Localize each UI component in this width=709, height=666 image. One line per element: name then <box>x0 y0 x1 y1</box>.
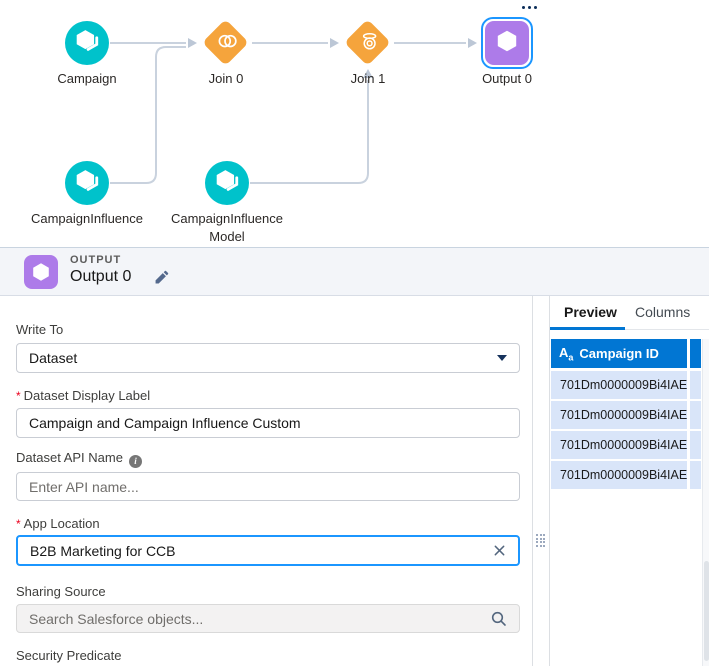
next-column-cell-partial <box>690 461 701 489</box>
info-icon[interactable]: i <box>128 455 142 468</box>
dataset-icon <box>74 28 100 59</box>
node-label-join-0: Join 0 <box>208 71 244 86</box>
dataset-api-name-placeholder: Enter API name... <box>29 478 139 495</box>
output-config-form: Write To Dataset * Dataset Display Label … <box>0 296 533 666</box>
node-label-campaigninfluence-model: CampaignInfluence Model <box>170 211 284 244</box>
sharing-source-search-input[interactable]: Search Salesforce objects... <box>16 604 520 633</box>
output-node-icon <box>24 255 58 289</box>
dataset-icon <box>74 168 100 199</box>
dataset-display-label-label: * Dataset Display Label <box>16 388 151 403</box>
sharing-source-label: Sharing Source <box>16 584 106 599</box>
node-label-join-1: Join 1 <box>350 71 386 86</box>
preview-tabs: Preview Columns <box>550 296 709 330</box>
next-column-header-partial <box>690 339 701 368</box>
tab-preview[interactable]: Preview <box>564 304 617 320</box>
node-label-campaign: Campaign <box>57 71 117 86</box>
write-to-label: Write To <box>16 322 64 337</box>
next-column-cell-partial <box>690 431 701 459</box>
clear-x-icon[interactable] <box>493 544 506 557</box>
dataset-display-label-input[interactable]: Campaign and Campaign Influence Custom <box>16 408 520 438</box>
column-header-campaign-id[interactable]: Aa Campaign ID <box>551 339 687 368</box>
output-icon <box>494 28 520 59</box>
node-campaign[interactable] <box>65 21 109 65</box>
preview-cell: 701Dm0000009Bi4IAE <box>551 431 687 459</box>
sharing-source-placeholder: Search Salesforce objects... <box>29 610 204 627</box>
splitter-grip-icon[interactable] <box>536 534 545 547</box>
preview-panel: Preview Columns Aa Campaign ID 701Dm0000… <box>549 296 709 666</box>
preview-scrollbar-thumb[interactable] <box>704 561 709 661</box>
security-predicate-label: Security Predicate <box>16 648 122 663</box>
node-detail-header: OUTPUT Output 0 <box>0 247 709 296</box>
preview-cell: 701Dm0000009Bi4IAE <box>551 371 687 399</box>
preview-cell: 701Dm0000009Bi4IAE <box>551 401 687 429</box>
preview-scrollbar-track <box>702 339 709 666</box>
node-label-campaigninfluence: CampaignInfluence <box>30 211 144 226</box>
node-context-menu-icon[interactable] <box>520 4 539 11</box>
edit-name-pencil-icon[interactable] <box>154 270 169 290</box>
node-name-title: Output 0 <box>70 268 132 285</box>
dataset-api-name-input[interactable]: Enter API name... <box>16 472 520 501</box>
node-output-0-selected[interactable] <box>481 17 533 69</box>
tab-columns[interactable]: Columns <box>635 304 690 320</box>
required-asterisk: * <box>16 517 21 531</box>
preview-cell: 701Dm0000009Bi4IAE <box>551 461 687 489</box>
app-location-input[interactable]: B2B Marketing for CCB <box>16 535 520 566</box>
node-type-label: OUTPUT <box>70 254 122 266</box>
dataprep-recipe-editor: Campaign Join 0 Join 1 Output 0 Campaign… <box>0 0 709 666</box>
app-location-label: * App Location <box>16 516 100 531</box>
search-icon <box>491 611 507 627</box>
app-location-value: B2B Marketing for CCB <box>30 542 176 559</box>
write-to-select[interactable]: Dataset <box>16 343 520 373</box>
dataset-display-label-value: Campaign and Campaign Influence Custom <box>29 415 301 431</box>
node-graph-canvas[interactable]: Campaign Join 0 Join 1 Output 0 Campaign… <box>0 0 709 247</box>
node-label-output-0: Output 0 <box>482 71 532 86</box>
active-tab-underline <box>550 327 625 330</box>
dataset-icon <box>214 168 240 199</box>
dataset-api-name-label: Dataset API Name i <box>16 450 142 468</box>
dimension-type-icon: Aa <box>559 344 574 363</box>
node-campaigninfluence-model[interactable] <box>205 161 249 205</box>
column-header-text: Campaign ID <box>579 346 659 361</box>
panel-splitter[interactable] <box>533 296 549 666</box>
next-column-cell-partial <box>690 371 701 399</box>
write-to-value: Dataset <box>29 350 78 366</box>
chevron-down-icon <box>497 355 507 361</box>
required-asterisk: * <box>16 389 21 403</box>
next-column-cell-partial <box>690 401 701 429</box>
node-campaigninfluence[interactable] <box>65 161 109 205</box>
